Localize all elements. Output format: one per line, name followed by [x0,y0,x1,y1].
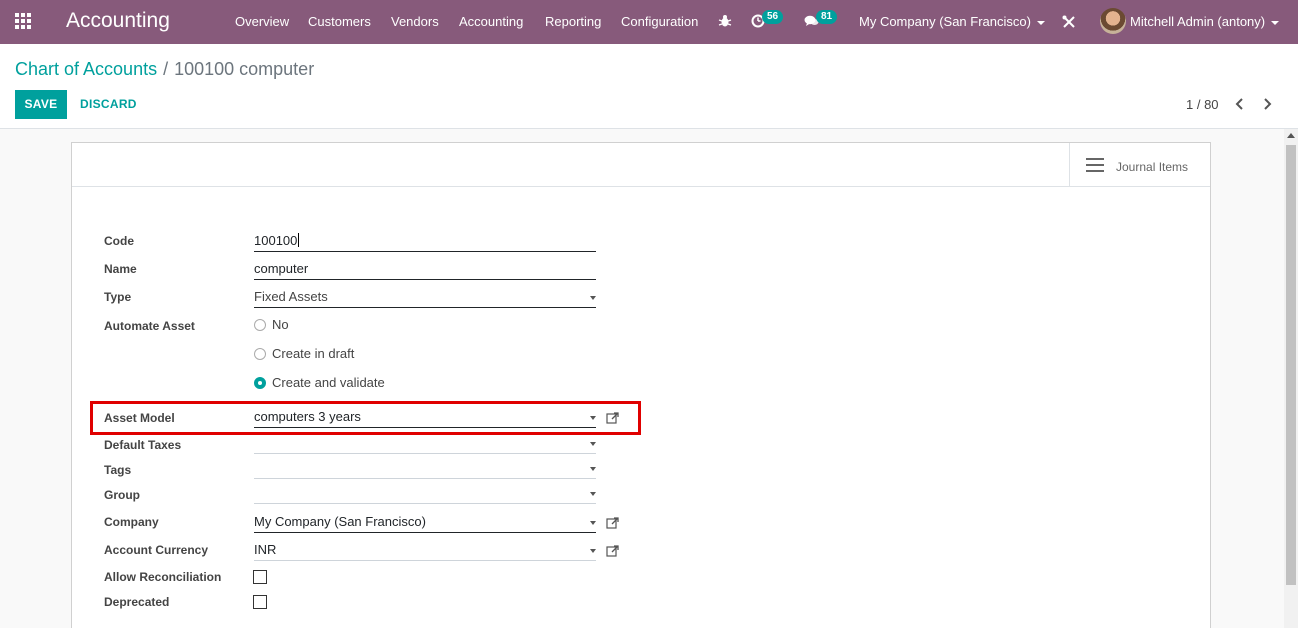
automate-option-label: Create and validate [272,375,385,390]
code-label: Code [104,234,134,248]
allow-reconciliation-label: Allow Reconciliation [104,570,222,584]
list-bars-icon [1086,158,1104,172]
journal-items-label: Journal Items [1116,160,1189,174]
chevron-down-icon [1271,20,1280,25]
external-link-icon[interactable] [606,544,620,558]
apps-menu-icon[interactable] [15,13,33,31]
automate-option-no[interactable]: No [254,318,289,332]
annotation-highlight-box [90,401,641,435]
automate-option-label: Create in draft [272,346,355,361]
menu-vendors[interactable]: Vendors [391,14,439,30]
dropdown-caret-icon [590,492,596,496]
app-brand[interactable]: Accounting [66,8,170,34]
automate-asset-label: Automate Asset [104,319,195,333]
top-navbar: Accounting Overview Customers Vendors Ac… [0,0,1298,44]
type-value: Fixed Assets [254,289,328,304]
scrollbar-thumb[interactable] [1286,145,1296,585]
radio-unchecked-icon[interactable] [254,348,266,360]
name-label: Name [104,262,137,276]
deprecated-checkbox[interactable] [253,595,267,609]
automate-option-draft[interactable]: Create in draft [254,347,354,361]
dropdown-caret-icon [590,549,596,553]
save-button[interactable]: SAVE [15,90,67,119]
breadcrumb-current: 100100 computer [174,59,315,79]
form-sheet: Journal Items [71,142,1211,628]
company-select[interactable]: My Company (San Francisco) [254,513,596,533]
user-menu[interactable]: Mitchell Admin (antony) [1130,14,1280,30]
chevron-down-icon [1036,20,1045,25]
account-currency-value: INR [254,542,277,557]
button-box: Journal Items [72,143,1210,187]
company-switcher[interactable]: My Company (San Francisco) [859,14,1045,30]
external-link-icon[interactable] [606,516,620,530]
activities-badge: 56 [762,10,784,24]
company-name: My Company (San Francisco) [859,14,1031,29]
code-input[interactable]: 100100 [254,232,596,252]
dropdown-caret-icon [590,521,596,525]
company-value: My Company (San Francisco) [254,514,426,529]
tags-select[interactable] [254,459,596,479]
group-select[interactable] [254,484,596,504]
type-select[interactable]: Fixed Assets [254,288,596,308]
menu-configuration[interactable]: Configuration [621,14,698,30]
deprecated-label: Deprecated [104,595,170,609]
default-taxes-select[interactable] [254,434,596,454]
tags-label: Tags [104,463,132,477]
dropdown-caret-icon [590,467,596,471]
automate-option-validate[interactable]: Create and validate [254,376,385,390]
user-name: Mitchell Admin (antony) [1130,14,1266,29]
menu-reporting[interactable]: Reporting [545,14,601,30]
pager-counter[interactable]: 1 / 80 [1186,97,1219,113]
group-label: Group [104,488,140,502]
pager-previous-icon[interactable] [1232,96,1248,112]
menu-overview[interactable]: Overview [235,14,289,30]
name-value: computer [254,261,309,276]
breadcrumb-separator: / [163,59,169,79]
allow-reconciliation-checkbox[interactable] [253,570,267,584]
discard-button[interactable]: DISCARD [80,90,137,119]
account-currency-select[interactable]: INR [254,541,596,561]
breadcrumb-parent-link[interactable]: Chart of Accounts [15,59,157,79]
automate-option-label: No [272,317,289,332]
menu-customers[interactable]: Customers [308,14,371,30]
default-taxes-label: Default Taxes [104,438,182,452]
breadcrumb: Chart of Accounts /100100 computer [15,58,314,80]
debug-bug-icon[interactable] [718,14,732,28]
name-input[interactable]: computer [254,260,596,280]
text-cursor [298,233,300,247]
menu-accounting[interactable]: Accounting [459,14,523,30]
code-value: 100100 [254,233,298,248]
scroll-up-arrow-icon[interactable] [1287,133,1295,138]
journal-items-button[interactable]: Journal Items [1069,143,1210,186]
dropdown-caret-icon [590,296,596,300]
account-currency-label: Account Currency [104,543,209,557]
radio-checked-icon[interactable] [254,377,266,389]
messages-badge: 81 [816,10,838,24]
tools-wrench-icon[interactable] [1062,15,1076,29]
dropdown-caret-icon [590,442,596,446]
radio-unchecked-icon[interactable] [254,319,266,331]
company-label: Company [104,515,159,529]
user-avatar[interactable] [1100,8,1126,34]
pager-next-icon[interactable] [1259,96,1275,112]
type-label: Type [104,290,132,304]
